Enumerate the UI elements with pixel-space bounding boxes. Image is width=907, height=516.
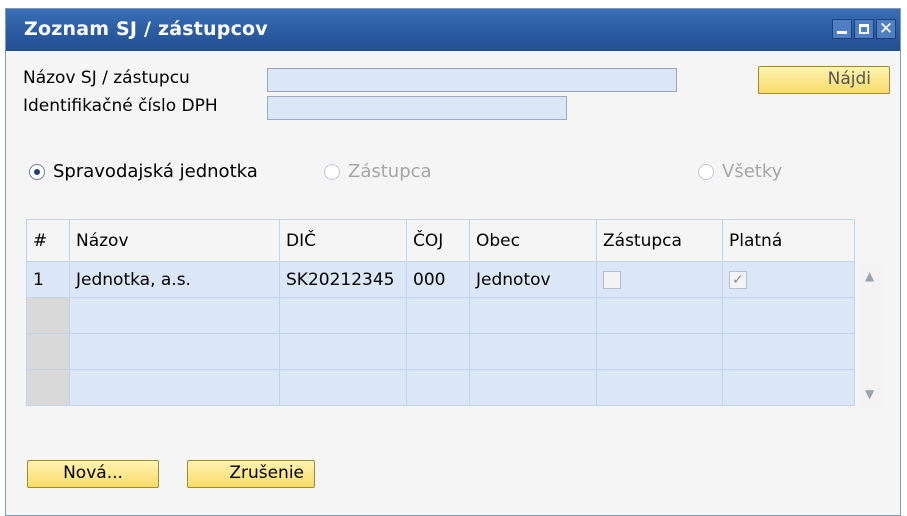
empty-cell[interactable] [69, 333, 280, 370]
table-row[interactable] [26, 369, 855, 406]
results-table: # Názov DIČ ČOJ Obec Zástupca Platná 1 J… [26, 219, 855, 406]
empty-cell[interactable] [69, 369, 280, 406]
column-header-town[interactable]: Obec [469, 219, 597, 262]
empty-cell[interactable] [406, 369, 470, 406]
empty-cell[interactable] [406, 333, 470, 370]
radio-all[interactable]: Všetky [698, 161, 782, 182]
empty-cell[interactable] [279, 369, 407, 406]
radio-unselected-icon [698, 163, 714, 180]
row-dic[interactable]: SK20212345 [279, 261, 407, 298]
vat-input[interactable] [267, 96, 567, 120]
row-name[interactable]: Jednotka, a.s. [69, 261, 280, 298]
row-town[interactable]: Jednotov [469, 261, 597, 298]
window-title: Zoznam SJ / zástupcov [24, 18, 268, 40]
radio-all-label: Všetky [722, 161, 783, 182]
table-header-row: # Názov DIČ ČOJ Obec Zástupca Platná [26, 219, 855, 262]
empty-cell[interactable] [596, 297, 723, 334]
table-scrollbar[interactable]: ▲ ▼ [859, 263, 883, 407]
row-header[interactable] [26, 333, 70, 370]
empty-cell[interactable] [406, 297, 470, 334]
empty-cell[interactable] [469, 369, 597, 406]
radio-representative[interactable]: Zástupca [324, 161, 432, 182]
column-header-coj[interactable]: ČOJ [406, 219, 470, 262]
empty-cell[interactable] [722, 297, 855, 334]
row-number: 1 [26, 261, 70, 298]
minimize-icon[interactable] [832, 19, 852, 39]
radio-representative-label: Zástupca [348, 161, 432, 182]
close-icon[interactable]: ✕ [876, 19, 896, 39]
cancel-button[interactable]: Zrušenie [187, 460, 315, 488]
column-header-name[interactable]: Názov [69, 219, 280, 262]
maximize-icon[interactable] [854, 19, 874, 39]
title-bar[interactable]: Zoznam SJ / zástupcov ✕ [6, 9, 900, 51]
empty-cell[interactable] [469, 333, 597, 370]
scroll-up-icon[interactable]: ▲ [865, 269, 874, 283]
empty-cell[interactable] [722, 333, 855, 370]
scroll-down-icon[interactable]: ▼ [865, 387, 874, 401]
radio-unselected-icon [324, 163, 340, 180]
table-row[interactable] [26, 333, 855, 370]
row-header[interactable] [26, 297, 70, 334]
empty-cell[interactable] [469, 297, 597, 334]
empty-cell[interactable] [69, 297, 280, 334]
table-row[interactable] [26, 297, 855, 334]
valid-checkbox-checked-icon[interactable]: ✓ [729, 270, 747, 289]
column-header-representative[interactable]: Zástupca [596, 219, 723, 262]
find-button[interactable]: Nájdi [758, 66, 890, 94]
column-header-number[interactable]: # [26, 219, 70, 262]
row-header[interactable] [26, 369, 70, 406]
radio-selected-icon [29, 163, 45, 180]
empty-cell[interactable] [596, 333, 723, 370]
dialog-window: Zoznam SJ / zástupcov ✕ Názov SJ / zástu… [5, 8, 901, 516]
representative-checkbox[interactable] [603, 270, 621, 289]
table-row[interactable]: 1 Jednotka, a.s. SK20212345 000 Jednotov… [26, 261, 855, 298]
new-button[interactable]: Nová... [27, 460, 159, 488]
empty-cell[interactable] [722, 369, 855, 406]
column-header-dic[interactable]: DIČ [279, 219, 407, 262]
column-header-valid[interactable]: Platná [722, 219, 855, 262]
vat-label: Identifikačné číslo DPH [23, 96, 218, 116]
row-coj[interactable]: 000 [406, 261, 470, 298]
empty-cell[interactable] [279, 297, 407, 334]
empty-cell[interactable] [596, 369, 723, 406]
radio-unit-label: Spravodajská jednotka [53, 161, 258, 182]
empty-cell[interactable] [279, 333, 407, 370]
name-label: Názov SJ / zástupcu [23, 68, 190, 88]
row-valid-cell: ✓ [722, 261, 855, 298]
row-representative-cell [596, 261, 723, 298]
radio-unit[interactable]: Spravodajská jednotka [29, 161, 258, 182]
name-input[interactable] [267, 68, 677, 92]
